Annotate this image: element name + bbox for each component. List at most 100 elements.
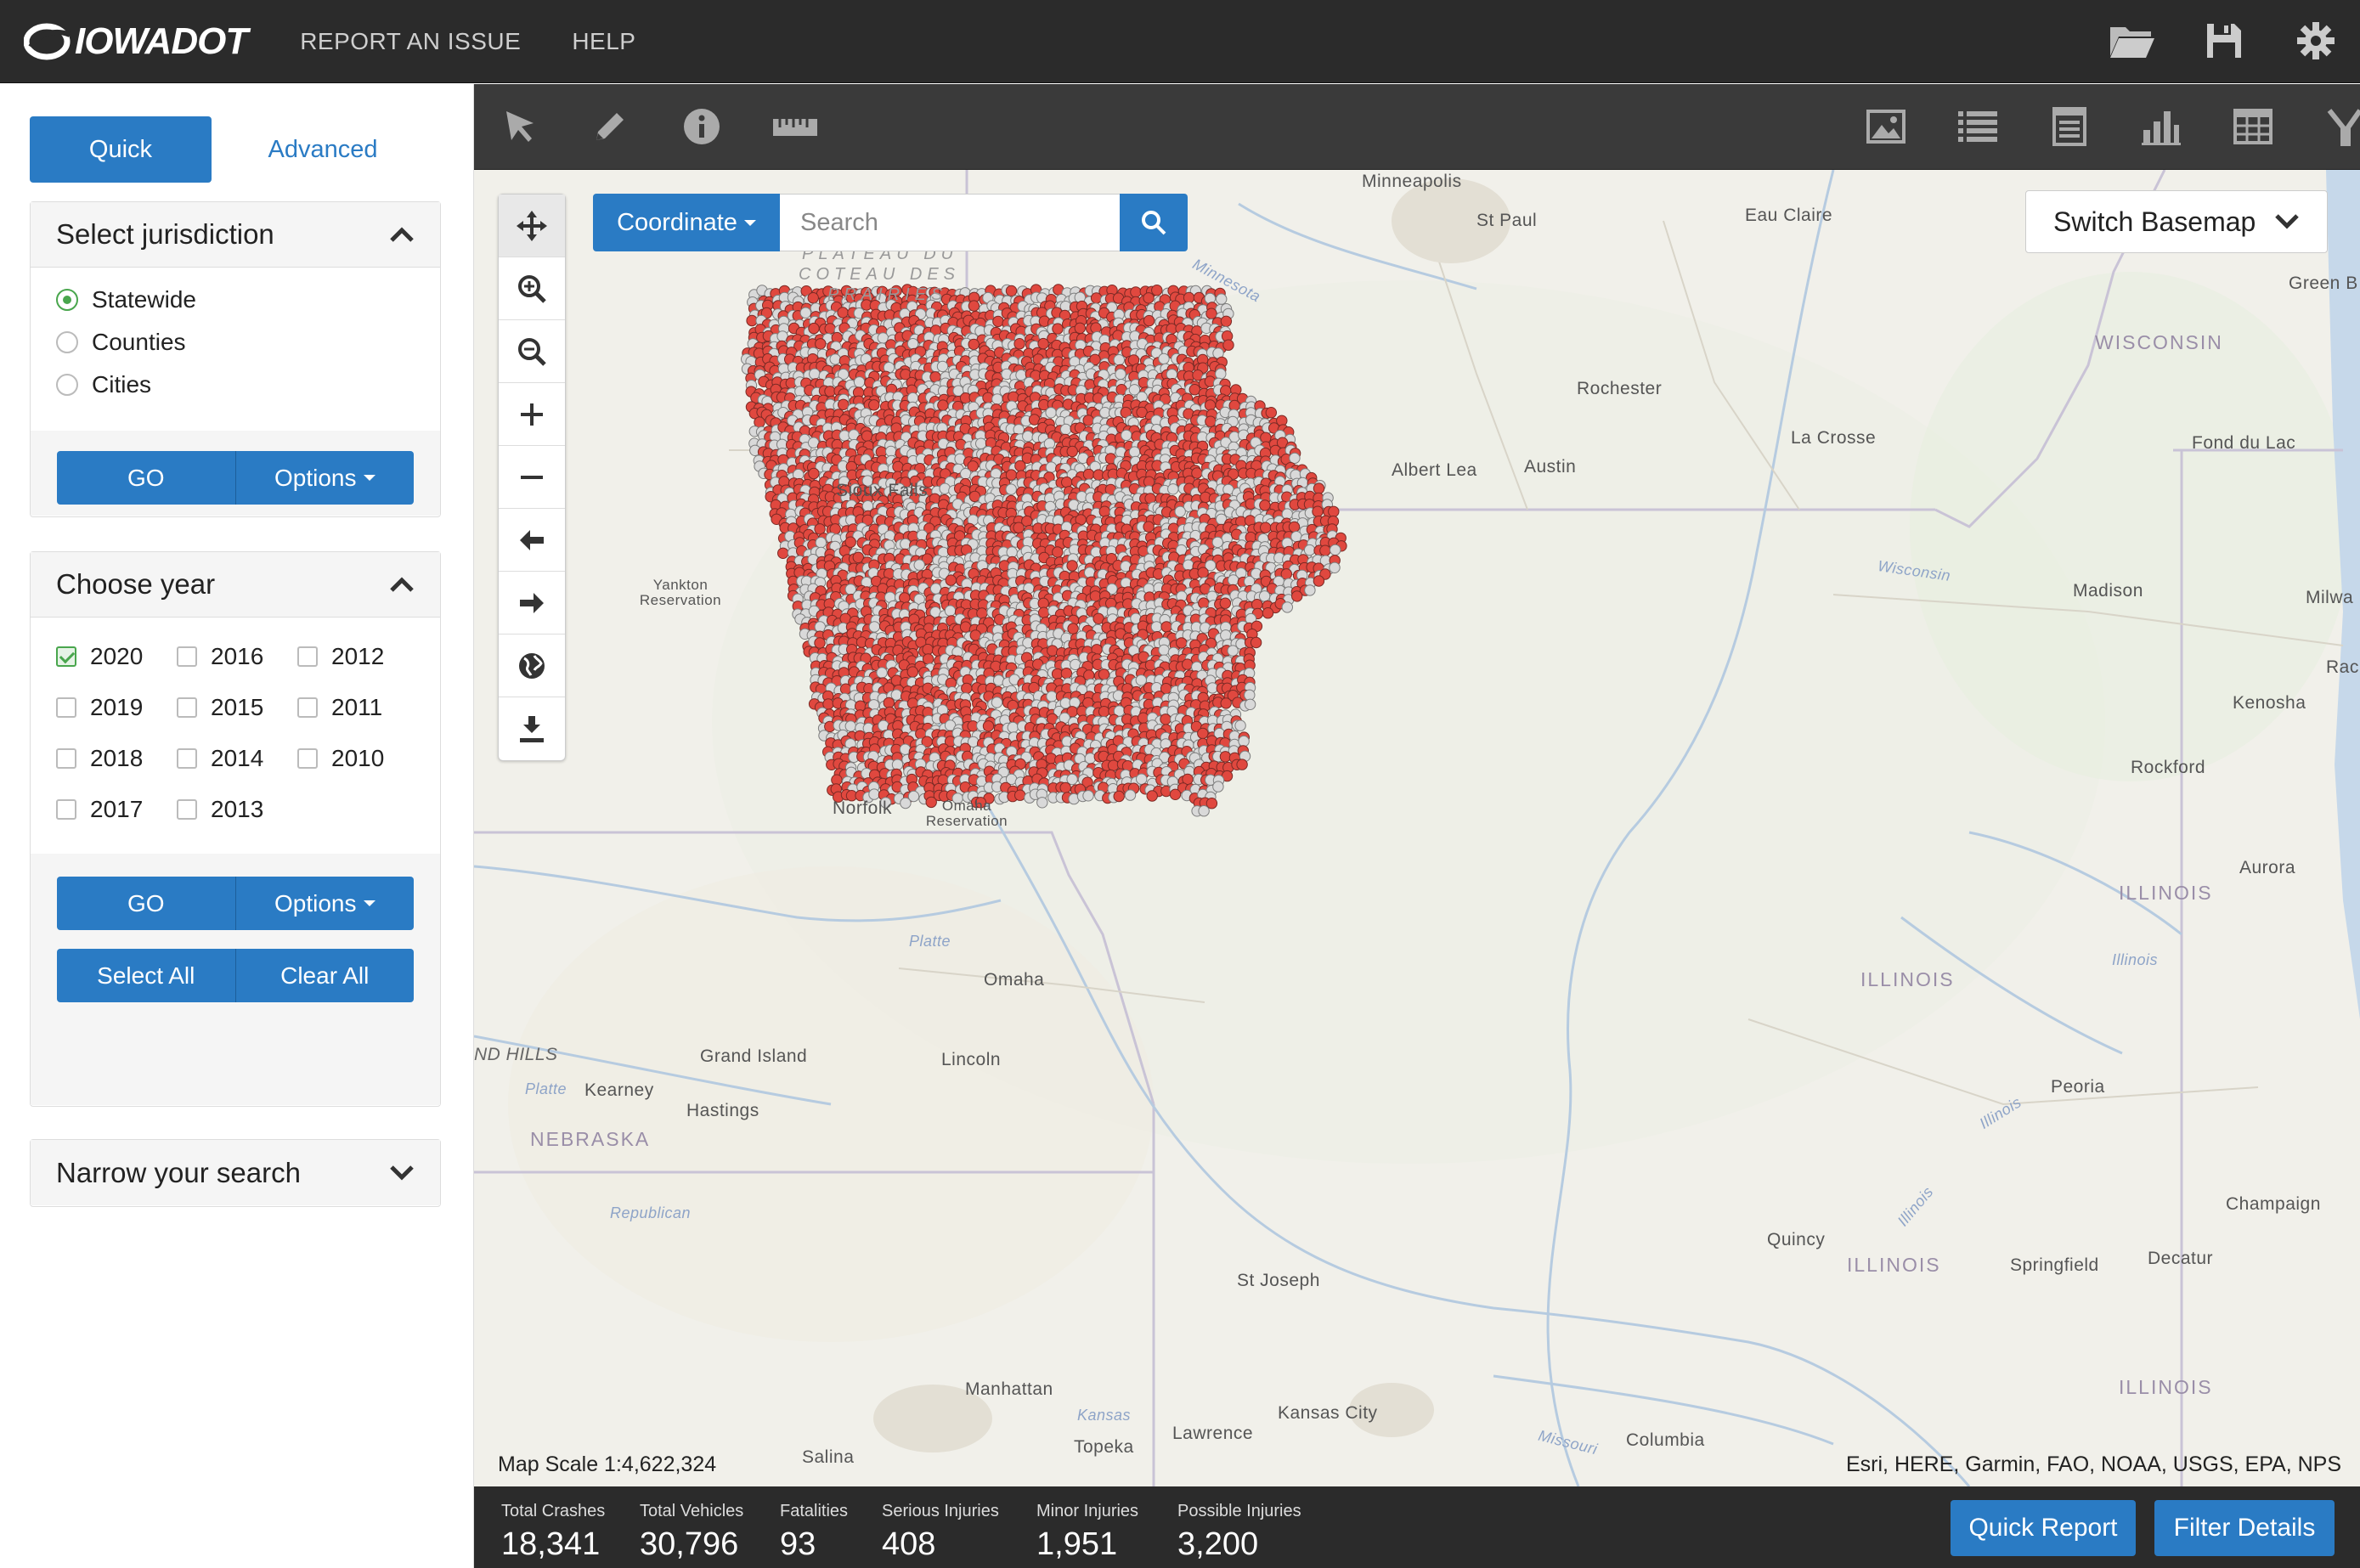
crash-point[interactable]	[1066, 445, 1078, 458]
tab-advanced[interactable]: Advanced	[234, 116, 412, 183]
crash-point[interactable]	[1182, 658, 1194, 670]
crash-point[interactable]	[1290, 531, 1302, 543]
crash-point[interactable]	[1228, 574, 1239, 586]
checkbox[interactable]	[177, 748, 197, 769]
crash-point[interactable]	[829, 353, 841, 365]
crash-point[interactable]	[1215, 368, 1227, 380]
crash-point[interactable]	[809, 368, 821, 380]
crash-point[interactable]	[1204, 399, 1217, 411]
crash-point[interactable]	[1259, 499, 1271, 511]
crash-point[interactable]	[992, 315, 1004, 328]
crash-point[interactable]	[1059, 781, 1071, 794]
crash-point[interactable]	[1045, 407, 1057, 419]
crash-point[interactable]	[906, 666, 918, 678]
ruler-icon[interactable]	[768, 99, 822, 154]
crash-point[interactable]	[960, 468, 972, 480]
narrow-search-header[interactable]: Narrow your search	[31, 1140, 440, 1205]
year-2011-checkbox[interactable]: 2011	[297, 694, 382, 721]
crash-point[interactable]	[808, 322, 820, 335]
pencil-icon[interactable]	[583, 99, 637, 154]
crash-point[interactable]	[1262, 607, 1274, 619]
crash-point[interactable]	[991, 697, 1003, 708]
year-options-button[interactable]: Options	[234, 877, 414, 930]
radio-cities[interactable]: Cities	[56, 371, 151, 398]
crash-point[interactable]	[913, 559, 925, 571]
download-icon[interactable]	[499, 697, 565, 760]
crash-point[interactable]	[1265, 407, 1277, 419]
crash-point[interactable]	[1176, 637, 1188, 649]
crash-point[interactable]	[1143, 292, 1155, 304]
crash-point[interactable]	[1183, 291, 1195, 304]
crash-point[interactable]	[1037, 337, 1049, 350]
pointer-icon[interactable]	[493, 99, 547, 154]
crash-point[interactable]	[1244, 698, 1256, 710]
crash-point[interactable]	[1150, 621, 1163, 633]
crash-point[interactable]	[1052, 546, 1064, 558]
checkbox[interactable]	[177, 646, 197, 667]
crash-point[interactable]	[1143, 314, 1155, 327]
year-2014-checkbox[interactable]: 2014	[177, 745, 263, 772]
crash-point[interactable]	[968, 300, 980, 312]
crash-point[interactable]	[892, 460, 904, 473]
crash-point[interactable]	[1007, 721, 1019, 734]
crash-point[interactable]	[1160, 621, 1172, 633]
select-all-button[interactable]: Select All	[57, 949, 235, 1002]
crash-point[interactable]	[1128, 446, 1141, 458]
crash-point[interactable]	[1183, 559, 1194, 571]
crash-point[interactable]	[1198, 805, 1210, 817]
crash-point[interactable]	[969, 629, 981, 641]
crash-point[interactable]	[1124, 789, 1137, 801]
zoom-out-minus-icon[interactable]	[499, 446, 565, 509]
year-2016-checkbox[interactable]: 2016	[177, 643, 263, 670]
radio-button[interactable]	[56, 331, 78, 353]
crash-point[interactable]	[1329, 561, 1341, 573]
jurisdiction-options-button[interactable]: Options	[234, 451, 414, 505]
crash-point[interactable]	[945, 574, 957, 586]
crash-point[interactable]	[1015, 369, 1027, 381]
crash-point[interactable]	[900, 538, 912, 550]
crash-point[interactable]	[922, 643, 934, 656]
checkbox[interactable]	[177, 799, 197, 820]
filter-details-button[interactable]: Filter Details	[2154, 1500, 2335, 1556]
switch-basemap-dropdown[interactable]: Switch Basemap	[2025, 190, 2328, 253]
crash-point[interactable]	[1084, 567, 1096, 578]
crash-point[interactable]	[891, 759, 904, 770]
crash-point[interactable]	[1067, 623, 1079, 635]
crash-point[interactable]	[1328, 505, 1340, 517]
crash-point[interactable]	[1008, 391, 1019, 403]
search-button[interactable]	[1120, 194, 1188, 251]
bar-chart-icon[interactable]	[2134, 99, 2188, 154]
crash-point[interactable]	[1059, 423, 1072, 436]
crash-point[interactable]	[1281, 601, 1293, 613]
save-icon[interactable]	[2197, 14, 2251, 68]
crash-point[interactable]	[1115, 368, 1126, 381]
crash-point[interactable]	[1082, 790, 1094, 802]
jurisdiction-go-button[interactable]: GO	[57, 451, 235, 505]
crash-point[interactable]	[1022, 430, 1034, 443]
crash-point[interactable]	[1113, 354, 1125, 366]
crash-point[interactable]	[1174, 505, 1186, 517]
crash-points-layer[interactable]	[474, 170, 2360, 1486]
previous-extent-arrow-icon[interactable]	[499, 509, 565, 572]
crash-point[interactable]	[868, 621, 880, 633]
crash-point[interactable]	[1074, 322, 1086, 335]
crash-point[interactable]	[1143, 521, 1155, 533]
crash-point[interactable]	[815, 537, 827, 549]
zoom-in-magnifier-icon[interactable]	[499, 257, 565, 320]
crash-point[interactable]	[944, 605, 957, 617]
crash-point[interactable]	[853, 376, 866, 388]
crash-point[interactable]	[1060, 668, 1073, 680]
crash-point[interactable]	[1169, 788, 1182, 800]
crash-point[interactable]	[1045, 461, 1058, 473]
year-2018-checkbox[interactable]: 2018	[56, 745, 143, 772]
checkbox[interactable]	[56, 748, 76, 769]
checkbox[interactable]	[297, 748, 318, 769]
year-2019-checkbox[interactable]: 2019	[56, 694, 143, 721]
crash-point[interactable]	[1066, 560, 1078, 572]
crash-point[interactable]	[1121, 429, 1132, 442]
radio-counties[interactable]: Counties	[56, 329, 186, 356]
crash-point[interactable]	[1013, 338, 1025, 350]
crash-point[interactable]	[1160, 713, 1172, 725]
map-canvas[interactable]: Minneapolis St Paul Eau Claire Green B W…	[474, 170, 2360, 1486]
crash-point[interactable]	[899, 743, 912, 755]
